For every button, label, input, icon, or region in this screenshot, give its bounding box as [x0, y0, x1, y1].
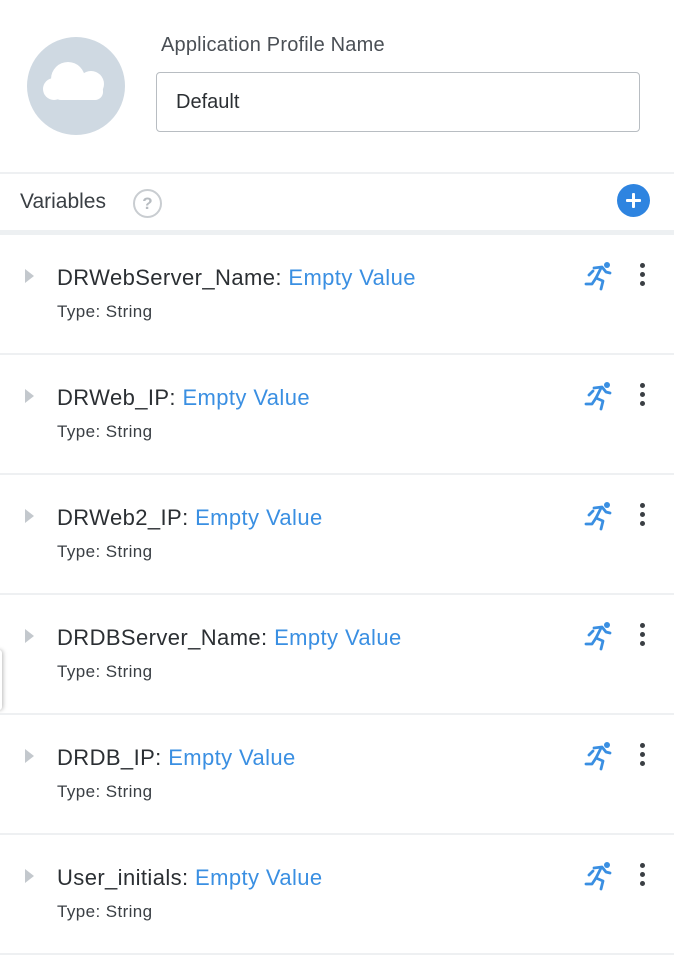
variable-name: DRWeb_IP: [57, 385, 176, 410]
variable-title: User_initials: Empty Value [57, 865, 323, 891]
variable-title: DRWeb2_IP: Empty Value [57, 505, 323, 531]
runtime-running-icon[interactable] [582, 501, 614, 536]
help-icon[interactable]: ? [133, 189, 162, 218]
runtime-running-icon[interactable] [582, 621, 614, 656]
variable-title: DRWeb_IP: Empty Value [57, 385, 310, 411]
runtime-running-icon[interactable] [582, 261, 614, 296]
variable-value[interactable]: Empty Value [288, 265, 416, 290]
running-figure-icon [584, 622, 612, 651]
profile-header: Application Profile Name [0, 0, 674, 172]
add-variable-button[interactable] [617, 184, 650, 217]
expand-caret-icon[interactable] [25, 629, 34, 643]
variables-header: Variables ? [0, 174, 674, 230]
variable-row: DRWeb_IP: Empty Value Type: String [0, 355, 674, 475]
variable-type: Type: String [57, 782, 153, 801]
variable-value[interactable]: Empty Value [168, 745, 296, 770]
more-options-icon[interactable] [632, 503, 652, 531]
more-options-icon[interactable] [632, 383, 652, 411]
variables-title: Variables [20, 190, 106, 213]
expand-caret-icon[interactable] [25, 749, 34, 763]
variable-row: DRDB_IP: Empty Value Type: String [0, 715, 674, 835]
running-figure-icon [584, 262, 612, 291]
runtime-running-icon[interactable] [582, 861, 614, 896]
cloud-icon-graphic [43, 62, 104, 100]
variables-list: DRWebServer_Name: Empty Value Type: Stri… [0, 235, 674, 955]
running-figure-icon [584, 742, 612, 771]
variable-name: DRDB_IP: [57, 745, 162, 770]
expand-caret-icon[interactable] [25, 389, 34, 403]
variable-type: Type: String [57, 302, 153, 321]
variable-type: Type: String [57, 902, 153, 921]
variable-type: Type: String [57, 542, 153, 561]
running-figure-icon [584, 502, 612, 531]
variable-title: DRDB_IP: Empty Value [57, 745, 296, 771]
profile-name-input[interactable] [156, 72, 640, 132]
variable-type: Type: String [57, 422, 153, 441]
running-figure-icon [584, 382, 612, 411]
variable-name: User_initials: [57, 865, 189, 890]
cloud-icon [27, 37, 125, 135]
expand-caret-icon[interactable] [25, 509, 34, 523]
variable-value[interactable]: Empty Value [195, 865, 323, 890]
runtime-running-icon[interactable] [582, 381, 614, 416]
variable-value[interactable]: Empty Value [182, 385, 310, 410]
more-options-icon[interactable] [632, 863, 652, 891]
variable-value[interactable]: Empty Value [274, 625, 402, 650]
variable-name: DRWeb2_IP: [57, 505, 189, 530]
more-options-icon[interactable] [632, 623, 652, 651]
runtime-running-icon[interactable] [582, 741, 614, 776]
variable-row: DRWeb2_IP: Empty Value Type: String [0, 475, 674, 595]
variable-row: User_initials: Empty Value Type: String [0, 835, 674, 955]
more-options-icon[interactable] [632, 263, 652, 291]
variable-title: DRWebServer_Name: Empty Value [57, 265, 416, 291]
profile-name-label: Application Profile Name [161, 34, 385, 56]
variable-type: Type: String [57, 662, 153, 681]
expand-caret-icon[interactable] [25, 269, 34, 283]
more-options-icon[interactable] [632, 743, 652, 771]
running-figure-icon [584, 862, 612, 891]
variable-name: DRDBServer_Name: [57, 625, 268, 650]
variable-row: DRWebServer_Name: Empty Value Type: Stri… [0, 235, 674, 355]
expand-caret-icon[interactable] [25, 869, 34, 883]
variable-value[interactable]: Empty Value [195, 505, 323, 530]
variable-title: DRDBServer_Name: Empty Value [57, 625, 402, 651]
variable-row: DRDBServer_Name: Empty Value Type: Strin… [0, 595, 674, 715]
variable-name: DRWebServer_Name: [57, 265, 282, 290]
